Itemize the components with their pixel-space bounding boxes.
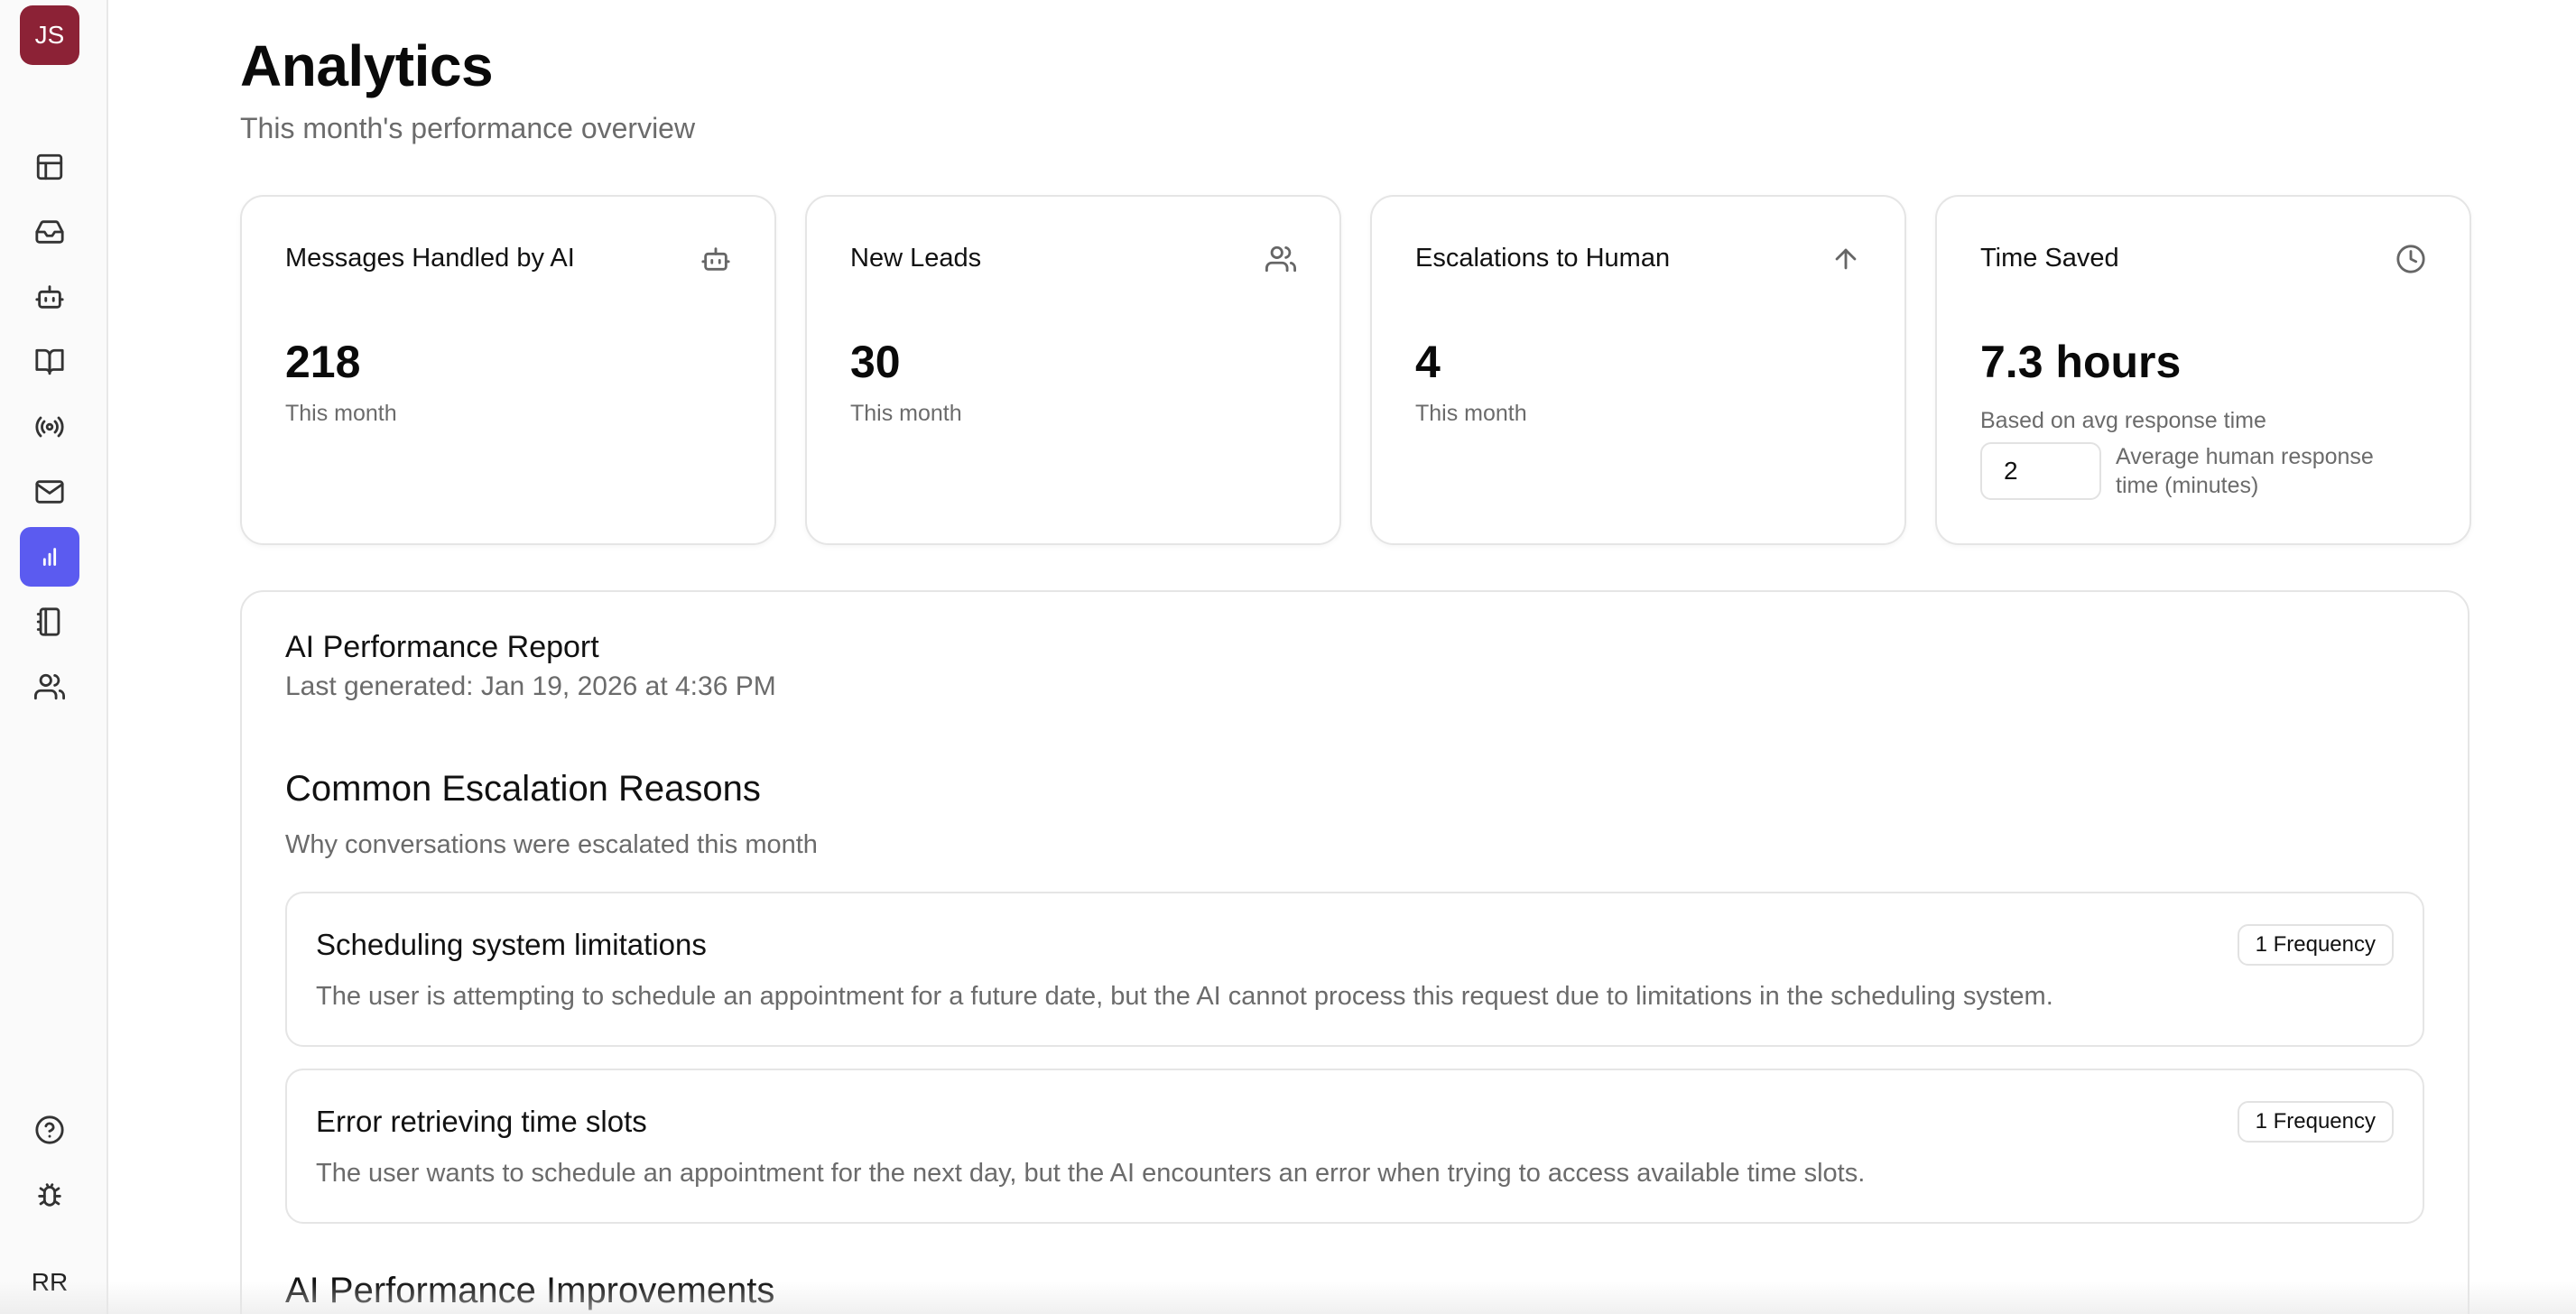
nav-contacts[interactable]	[20, 657, 79, 717]
frequency-badge: 1 Frequency	[2237, 924, 2394, 966]
stat-label: Escalations to Human	[1415, 244, 1671, 273]
escalation-reason-card: Error retrieving time slots 1 Frequency …	[285, 1069, 2424, 1224]
nav-knowledge[interactable]	[20, 332, 79, 392]
stat-caption: This month	[1415, 401, 1527, 426]
stat-label: Time Saved	[1980, 244, 2119, 273]
reason-description: The user is attempting to schedule an ap…	[316, 982, 2053, 1011]
nav-mail[interactable]	[20, 462, 79, 522]
stat-card-escalations: Escalations to Human 4 This month	[1370, 195, 1906, 545]
users-icon	[34, 673, 65, 700]
stat-value: 30	[850, 337, 901, 387]
escalation-reasons-subtitle: Why conversations were escalated this mo…	[285, 830, 818, 859]
stat-caption: This month	[285, 401, 397, 426]
nav-inbox[interactable]	[20, 202, 79, 262]
stat-card-messages: Messages Handled by AI 218 This month	[240, 195, 776, 545]
bug-icon	[38, 1183, 61, 1207]
notebook-icon	[36, 607, 60, 636]
nav-analytics[interactable]	[20, 527, 79, 587]
mail-icon	[35, 480, 64, 504]
escalation-reasons-title: Common Escalation Reasons	[285, 769, 761, 809]
broadcast-icon	[35, 416, 64, 438]
book-open-icon	[35, 348, 64, 375]
response-time-input[interactable]	[1980, 442, 2101, 500]
response-time-label: Average human response time (minutes)	[2116, 444, 2374, 498]
report-generated-time: Last generated: Jan 19, 2026 at 4:36 PM	[285, 671, 776, 701]
stat-card-leads: New Leads 30 This month	[805, 195, 1341, 545]
stat-card-time-saved: Time Saved 7.3 hours Based on avg respon…	[1935, 195, 2471, 545]
stat-value: 218	[285, 337, 361, 387]
sidebar: JS RR	[0, 0, 108, 1314]
arrow-up-icon	[1830, 244, 1861, 274]
stat-caption: This month	[850, 401, 962, 426]
analytics-icon	[42, 548, 57, 566]
report-title: AI Performance Report	[285, 630, 599, 664]
stat-value: 7.3 hours	[1980, 337, 2182, 387]
bot-icon	[700, 244, 731, 274]
stat-value: 4	[1415, 337, 1441, 387]
ai-performance-report: AI Performance Report Last generated: Ja…	[240, 590, 2469, 1314]
stat-caption: Based on avg response time	[1980, 408, 2266, 433]
page-subtitle: This month's performance overview	[240, 112, 696, 144]
layout-icon	[36, 153, 63, 180]
nav-bot[interactable]	[20, 267, 79, 327]
nav-report-bug[interactable]	[20, 1165, 79, 1225]
bot-icon	[35, 285, 64, 309]
page-title: Analytics	[240, 33, 494, 98]
inbox-icon	[35, 220, 64, 244]
users-icon	[1265, 244, 1296, 274]
help-circle-icon	[35, 1115, 64, 1144]
nav-notebook[interactable]	[20, 592, 79, 652]
nav-help[interactable]	[20, 1100, 79, 1160]
frequency-badge: 1 Frequency	[2237, 1101, 2394, 1143]
nav-channels[interactable]	[20, 397, 79, 457]
reason-title: Error retrieving time slots	[316, 1105, 647, 1138]
clock-icon	[2395, 244, 2426, 274]
reason-description: The user wants to schedule an appointmen…	[316, 1159, 1866, 1188]
reason-title: Scheduling system limitations	[316, 928, 707, 961]
escalation-reason-card: Scheduling system limitations 1 Frequenc…	[285, 892, 2424, 1047]
stat-label: Messages Handled by AI	[285, 244, 575, 273]
user-avatar[interactable]: JS	[20, 5, 79, 65]
nav-dashboard[interactable]	[20, 137, 79, 197]
stat-label: New Leads	[850, 244, 982, 273]
scroll-fade	[0, 1282, 2576, 1314]
